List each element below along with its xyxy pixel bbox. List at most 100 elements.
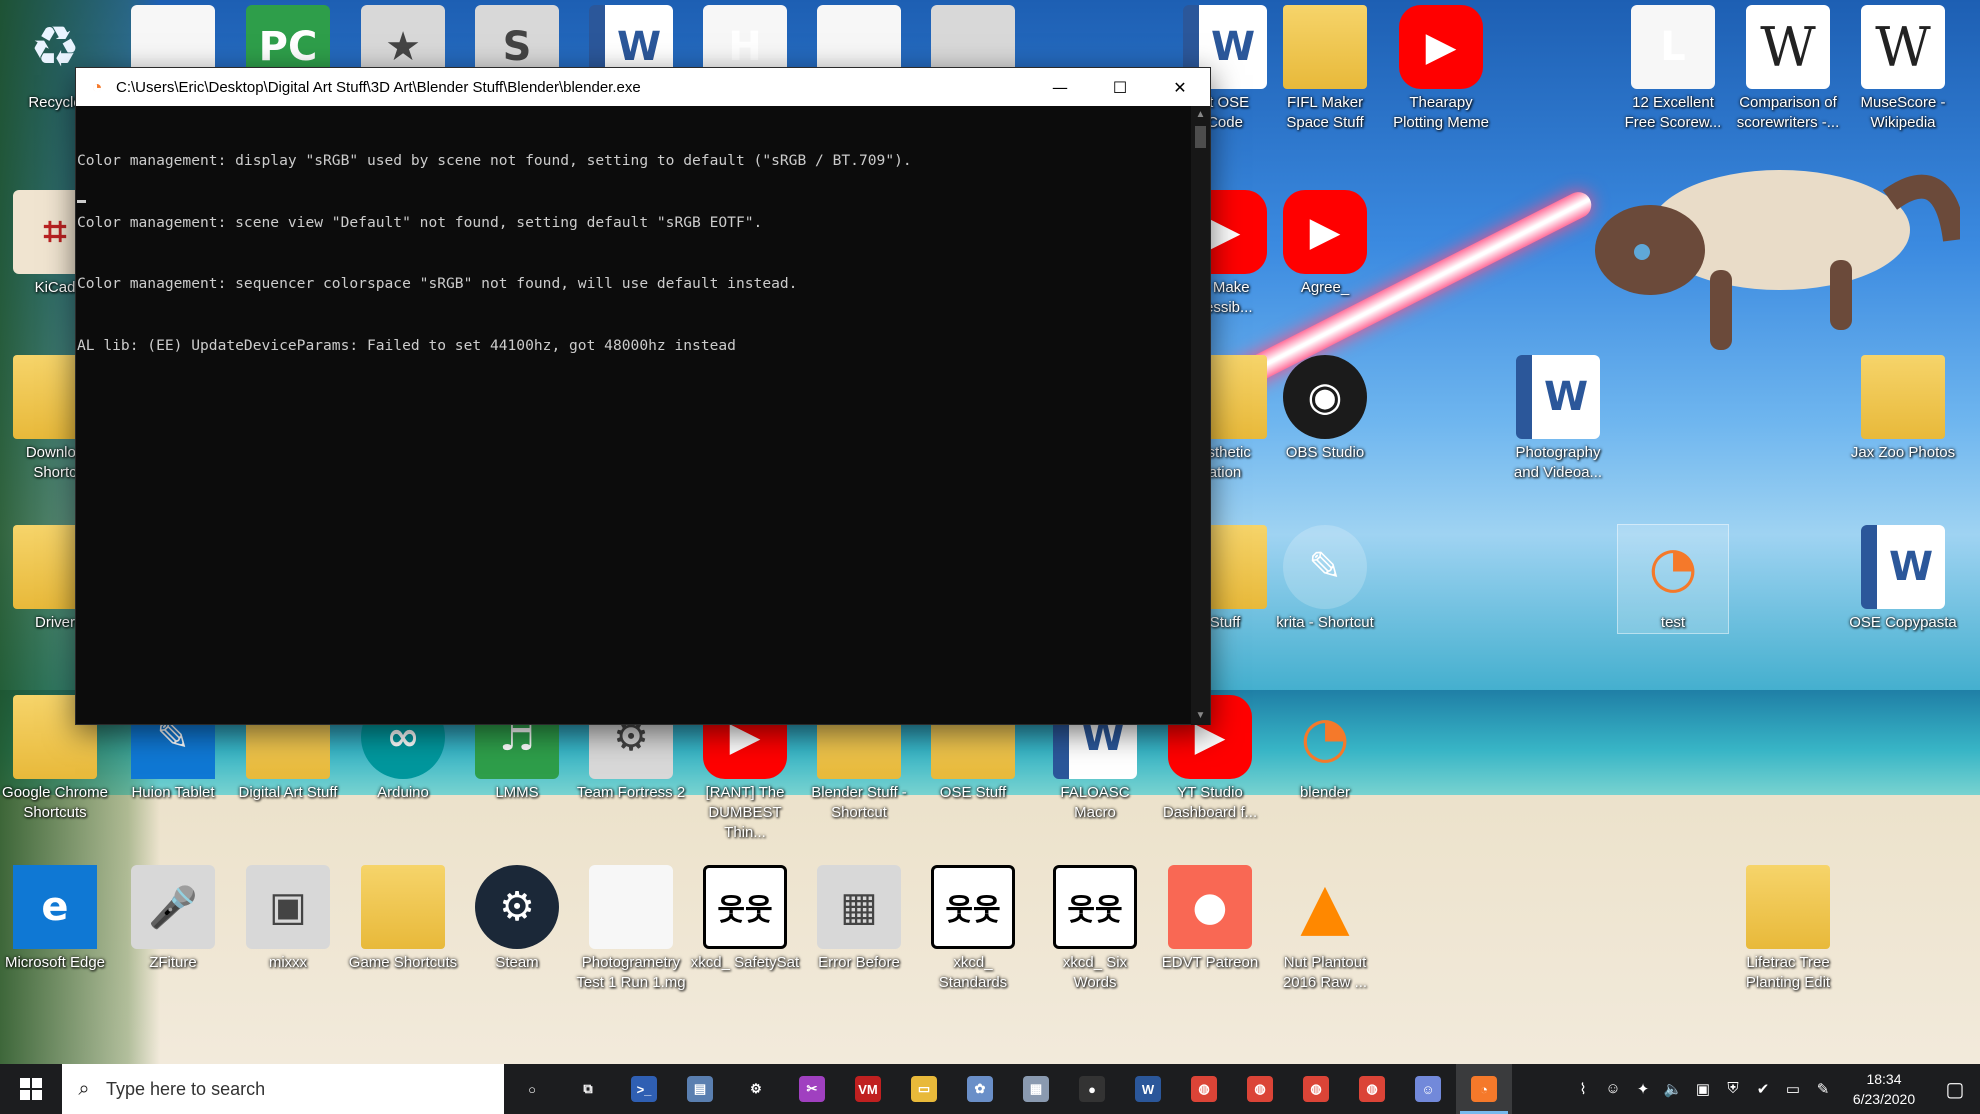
desktop-icon[interactable]: ▲ Nut Plantout 2016 Raw ... xyxy=(1270,865,1380,993)
youtube-icon: ▶ xyxy=(1399,5,1483,89)
taskbar-app-button[interactable]: W xyxy=(1120,1064,1176,1114)
desktop-icon[interactable]: W OSE Copypasta xyxy=(1848,525,1958,633)
taskbar-app-button[interactable]: ◍ xyxy=(1176,1064,1232,1114)
taskbar-search[interactable]: ⌕ xyxy=(62,1064,504,1114)
start-button[interactable] xyxy=(0,1064,62,1114)
desktop-icon-label: Error Before xyxy=(818,954,900,971)
desktop-icon[interactable]: W MuseScore - Wikipedia xyxy=(1848,5,1958,133)
desktop-icon[interactable]: Game Shortcuts xyxy=(348,865,458,973)
taskbar-app-button[interactable]: ✿ xyxy=(952,1064,1008,1114)
window-title: C:\Users\Eric\Desktop\Digital Art Stuff\… xyxy=(116,78,641,96)
taskbar-app-button[interactable]: ◍ xyxy=(1344,1064,1400,1114)
desktop-icon[interactable]: W Comparison of scorewriters -... xyxy=(1733,5,1843,133)
desktop-icon[interactable]: ◔ test xyxy=(1617,524,1729,634)
wikipedia-icon: W xyxy=(1861,5,1945,89)
desktop-icon[interactable]: ● EDVT Patreon xyxy=(1155,865,1265,973)
desktop-icon-label: Steam xyxy=(495,954,539,971)
desktop-icon-label: Arduino xyxy=(377,784,429,801)
console-line: Color management: scene view "Default" n… xyxy=(77,213,763,231)
desktop-icon-label: Nut Plantout 2016 Raw ... xyxy=(1282,954,1368,991)
taskbar-app-button[interactable]: ◍ xyxy=(1288,1064,1344,1114)
scanner-icon: ▦ xyxy=(1023,1076,1049,1102)
taskbar-app-button[interactable]: ◔ xyxy=(1456,1064,1512,1114)
edge-icon: e xyxy=(13,865,97,949)
title-bar[interactable]: ◔ C:\Users\Eric\Desktop\Digital Art Stuf… xyxy=(76,68,1210,106)
desktop-icon[interactable]: ▦ Error Before xyxy=(804,865,914,973)
desktop-icon[interactable]: 🎤 ZFiture xyxy=(118,865,228,973)
desktop-icon[interactable]: e Microsoft Edge xyxy=(0,865,110,973)
dropbox-icon[interactable]: ✦ xyxy=(1628,1080,1658,1098)
taskbar-app-button[interactable]: ○ xyxy=(504,1064,560,1114)
desktop-icon-label: test xyxy=(1660,614,1686,631)
vertical-scrollbar[interactable]: ▲ ▼ xyxy=(1191,106,1210,725)
taskbar-app-button[interactable]: ☺ xyxy=(1400,1064,1456,1114)
taskbar: ⌕ ○⧉>_▤⚙✂VM▭✿▦●W◍◍◍◍☺◔ ⌇☺✦🔈▣⛨✔▭✎ 18:34 6… xyxy=(0,1064,1980,1114)
word-doc-icon: W xyxy=(1861,525,1945,609)
battery-icon[interactable]: ▭ xyxy=(1778,1080,1808,1098)
scrollbar-thumb[interactable] xyxy=(1195,126,1206,148)
desktop-icon[interactable]: ▶ Agree_ xyxy=(1270,190,1380,298)
desktop-icon[interactable]: Lifetrac Tree Planting Edit xyxy=(1733,865,1843,993)
desktop-icon-label: Microsoft Edge xyxy=(4,954,106,971)
search-input[interactable] xyxy=(106,1078,486,1100)
security-icon[interactable]: ✔ xyxy=(1748,1080,1778,1098)
taskbar-app-button[interactable]: ▭ xyxy=(896,1064,952,1114)
desktop-icon[interactable]: ▣ mixxx xyxy=(233,865,343,973)
scroll-up-arrow-icon[interactable]: ▲ xyxy=(1191,106,1210,124)
clock[interactable]: 18:34 6/23/2020 xyxy=(1838,1069,1930,1109)
desktop-icon-label: Photogrametry Test 1 Run 1.mg xyxy=(576,954,686,991)
desktop-icon[interactable]: ✎ krita - Shortcut xyxy=(1270,525,1380,633)
taskbar-app-button[interactable]: VM xyxy=(840,1064,896,1114)
console-output[interactable]: Color management: display "sRGB" used by… xyxy=(76,106,1210,725)
desktop-icon[interactable]: ▶ Thearapy Plotting Meme xyxy=(1386,5,1496,133)
paint-icon: ✿ xyxy=(967,1076,993,1102)
clock-date: 6/23/2020 xyxy=(1852,1091,1916,1107)
xkcd-icon: 웃웃 xyxy=(703,865,787,949)
desktop-icon-label: 12 Excellent Free Scorew... xyxy=(1624,94,1722,131)
pen-icon[interactable]: ✎ xyxy=(1808,1080,1838,1098)
desktop-icon[interactable]: FIFL Maker Space Stuff xyxy=(1270,5,1380,133)
desktop-icon-label: OBS Studio xyxy=(1285,444,1365,461)
notification-center-icon[interactable]: ▢ xyxy=(1930,1077,1980,1102)
desktop-icon[interactable]: ⚙ Steam xyxy=(462,865,572,973)
chrome-icon: ◍ xyxy=(1303,1076,1329,1102)
desktop-icon-label: YT Studio Dashboard f... xyxy=(1162,784,1258,821)
minimize-button[interactable]: — xyxy=(1030,68,1090,106)
blender-console-window[interactable]: ◔ C:\Users\Eric\Desktop\Digital Art Stuf… xyxy=(75,67,1211,725)
desktop-icon[interactable]: 웃웃 xkcd_ Six Words xyxy=(1040,865,1150,993)
taskbar-app-button[interactable]: ▤ xyxy=(672,1064,728,1114)
taskbar-app-button[interactable]: ⧉ xyxy=(560,1064,616,1114)
desktop-icon[interactable]: W Photography and Videoa... xyxy=(1503,355,1613,483)
text-cursor xyxy=(77,200,86,203)
maximize-button[interactable]: ☐ xyxy=(1090,68,1150,106)
remote-desktop-icon: ▤ xyxy=(687,1076,713,1102)
taskbar-app-button[interactable]: ◍ xyxy=(1232,1064,1288,1114)
file-icon xyxy=(589,865,673,949)
shield-icon[interactable]: ⛨ xyxy=(1718,1080,1748,1098)
desktop-icon[interactable]: ◉ OBS Studio xyxy=(1270,355,1380,463)
taskbar-app-button[interactable]: ● xyxy=(1064,1064,1120,1114)
discord-tray-icon[interactable]: ☺ xyxy=(1598,1080,1628,1098)
desktop-icon[interactable]: 웃웃 xkcd_ SafetySat xyxy=(690,865,800,973)
desktop-icon[interactable]: Jax Zoo Photos xyxy=(1848,355,1958,463)
taskbar-app-button[interactable]: ✂ xyxy=(784,1064,840,1114)
taskbar-app-button[interactable]: >_ xyxy=(616,1064,672,1114)
image-icon: ▦ xyxy=(817,865,901,949)
obs-icon: ◉ xyxy=(1283,355,1367,439)
desktop-icon-label: Agree_ xyxy=(1300,279,1350,296)
app-tray-icon[interactable]: ▣ xyxy=(1688,1080,1718,1098)
desktop-icon[interactable]: ◔ blender xyxy=(1270,695,1380,803)
scroll-down-arrow-icon[interactable]: ▼ xyxy=(1191,707,1210,725)
taskbar-app-button[interactable]: ▦ xyxy=(1008,1064,1064,1114)
search-icon: ⌕ xyxy=(78,1077,90,1100)
desktop-icon[interactable]: 웃웃 xkcd_ Standards xyxy=(918,865,1028,993)
desktop-icon-label: [RANT] The DUMBEST Thin... xyxy=(705,784,785,841)
desktop-icon[interactable]: L 12 Excellent Free Scorew... xyxy=(1618,5,1728,133)
desktop-icon-label: OSE Copypasta xyxy=(1849,614,1957,631)
desktop-icon[interactable]: Photogrametry Test 1 Run 1.mg xyxy=(576,865,686,993)
taskbar-app-button[interactable]: ⚙ xyxy=(728,1064,784,1114)
close-button[interactable]: ✕ xyxy=(1150,68,1210,106)
system-tray: ⌇ ☺ ✦ 🔈 ▣ ⛨ ✔ ▭ ✎ 18:34 6/23/2020 ▢ xyxy=(1568,1064,1980,1114)
volume-icon[interactable]: 🔈 xyxy=(1658,1080,1688,1098)
network-icon[interactable]: ⌇ xyxy=(1568,1080,1598,1098)
